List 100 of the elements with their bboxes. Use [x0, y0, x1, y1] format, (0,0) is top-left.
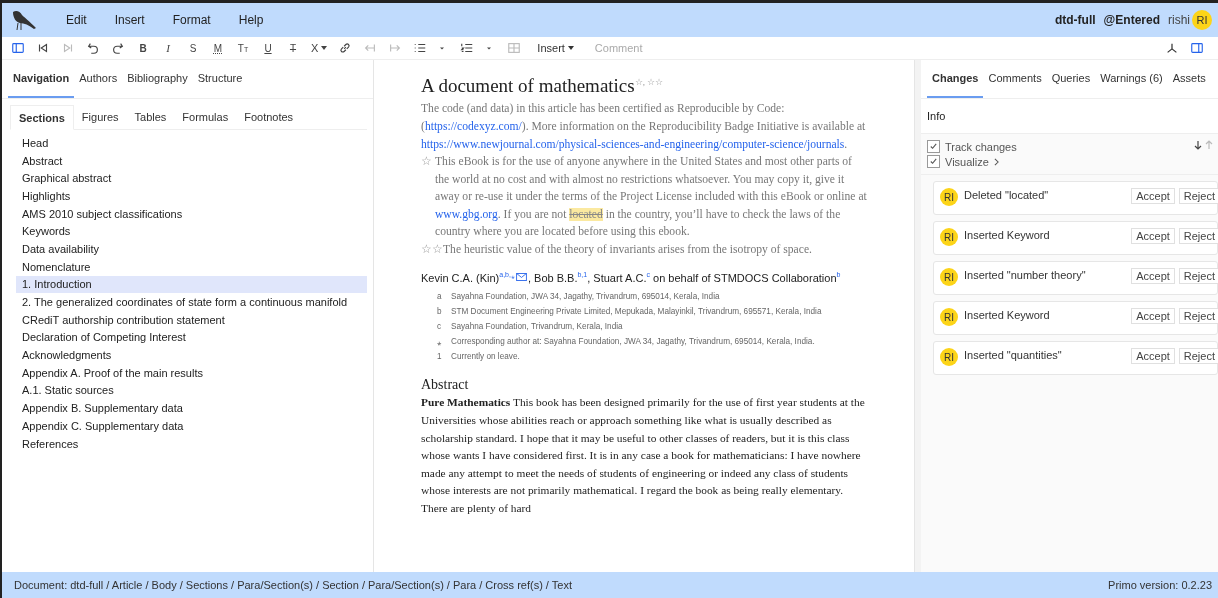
chevron-icon[interactable]: [993, 157, 999, 166]
menu-item[interactable]: Format: [158, 13, 225, 27]
section-item[interactable]: Keywords: [16, 222, 367, 241]
section-item[interactable]: Highlights: [16, 187, 367, 205]
undo-icon: [86, 41, 100, 55]
checkbox[interactable]: [927, 140, 940, 153]
footnote-marker: ☆☆: [421, 242, 443, 259]
accept-button[interactable]: Accept: [1131, 188, 1175, 204]
math-button[interactable]: M: [208, 38, 228, 58]
change-description: Inserted Keyword: [964, 228, 1051, 242]
section-item[interactable]: 2. The generalized coordinates of state form a continuous manifold: [16, 293, 367, 311]
panel-tab[interactable]: Changes: [927, 60, 984, 98]
panel-tab[interactable]: Footnotes: [236, 105, 302, 129]
link[interactable]: www.gbg.org: [435, 207, 498, 221]
section-item[interactable]: Appendix B. Supplementary data: [16, 399, 367, 417]
small-caps-button[interactable]: Tt: [233, 38, 253, 58]
user-avatar: RI: [940, 188, 958, 206]
panel-tab[interactable]: Bibliography: [122, 60, 193, 98]
reject-button[interactable]: Reject: [1178, 188, 1218, 204]
menu-item[interactable]: Edit: [52, 13, 101, 27]
panel-tab[interactable]: Authors: [74, 60, 123, 98]
user-avatar[interactable]: RI: [1192, 10, 1212, 30]
section-item[interactable]: 1. Introduction: [16, 275, 367, 294]
section-item[interactable]: Appendix C. Supplementary data: [16, 417, 367, 435]
caret-icon: [321, 46, 328, 50]
section-heading: Abstract: [421, 376, 470, 395]
caret-icon: [567, 46, 574, 50]
panel-tab[interactable]: Comments: [983, 60, 1047, 98]
reject-button[interactable]: Reject: [1178, 308, 1218, 324]
footnote-text: The code (and data) in this article has been certified as Reproducible by Code: (https://codexyz.com/). More information on the Reproducibility Badge Initiative is available at https://www.newjournal.com/physical-sciences-and-engineering/computer-science/journals.: [421, 101, 867, 153]
panel-tab[interactable]: Figures: [73, 105, 127, 129]
document-state: @Entered: [1103, 13, 1160, 27]
change-description: Deleted "located": [964, 188, 1050, 202]
affiliation-label: 1: [437, 351, 443, 363]
footnote-marker: ☆: [421, 154, 433, 171]
panel-tab[interactable]: Warnings (6): [1095, 60, 1168, 98]
section-item[interactable]: Declaration of Competing Interest: [16, 328, 367, 347]
checkbox[interactable]: [927, 155, 940, 168]
section-item[interactable]: CRediT authorship contribution statement: [16, 310, 367, 329]
checkbox-label: Visualize: [945, 155, 989, 168]
sidebar-icon: [11, 41, 25, 55]
skip-forward-icon: [61, 41, 75, 55]
section-item[interactable]: References: [16, 434, 367, 453]
section-item[interactable]: AMS 2010 subject classifications: [16, 204, 367, 223]
menu-item[interactable]: Insert: [100, 13, 159, 27]
affiliation-text: STM Document Engineering Private Limited, Mepukada, Malayinkil, Trivandrum, 695571, Kerala, India: [451, 306, 822, 318]
menu-item[interactable]: Help: [224, 13, 278, 27]
panel-tab[interactable]: Tables: [126, 105, 175, 129]
strikethrough-button[interactable]: T: [283, 38, 303, 58]
document-name: dtd-full: [1054, 13, 1096, 27]
breadcrumb-path: Document: dtd-full / Article / Body / Sections / Para/Section(s) / Section / Para/Section(s) / Para / Cross ref(s) / Text: [14, 579, 572, 591]
envelope-icon[interactable]: [515, 273, 527, 282]
footnote-text: This eBook is for the use of anyone anywhere in the United States and most other parts of the world at no cost and with almost no restrictions whatsoever. You may copy it, give it away or re-use it under the terms of the Project License included with this eBook or online at www.gbg.org. If you are not located in the country, you’ll have to check the laws of the country where you are located before using this ebook.: [435, 154, 867, 241]
panel-tab[interactable]: Navigation: [8, 60, 75, 98]
bullet-list-icon: [413, 41, 428, 55]
section-item[interactable]: Head: [16, 134, 367, 152]
section-item[interactable]: Data availability: [16, 240, 367, 258]
accept-button[interactable]: Accept: [1131, 268, 1175, 284]
panel-tab[interactable]: Sections: [10, 105, 74, 130]
italic-button[interactable]: I: [158, 38, 178, 58]
user-avatar: RI: [940, 228, 958, 246]
reject-button[interactable]: Reject: [1178, 348, 1218, 364]
footnote-text: The heuristic value of the theory of invariants arises from the isotropy of space.: [443, 242, 812, 259]
panel-tab[interactable]: Assets: [1167, 60, 1211, 98]
affiliation-label: a: [437, 291, 443, 303]
user-avatar: RI: [940, 268, 958, 286]
affiliation-label: ⁎: [437, 336, 443, 348]
abstract-paragraph: Pure Mathematics This book has been designed primarily for the use of first year students at the Universities whose abilities reach or approach something like what is usually described as scholarship standard. I hope that it may be useful to other classes of readers, but it is this class whose wants I have considered first. It is in any case a book for mathematicians: I have nowhere made any attempt to meet the needs of students of engineering or indeed any class of students whose interests are not primarily mathematical. I regard the book as being really elementary. There are plenty of hard: [421, 395, 866, 516]
version-label: Primo version: 0.2.23: [1108, 579, 1212, 591]
reject-button[interactable]: Reject: [1178, 228, 1218, 244]
numbered-list-icon: [460, 41, 475, 55]
underline-button[interactable]: U: [258, 38, 278, 58]
accept-button[interactable]: Accept: [1131, 348, 1175, 364]
insert-menu[interactable]: Insert: [529, 38, 582, 58]
section-item[interactable]: Abstract: [16, 151, 367, 170]
bold-button[interactable]: B: [133, 38, 153, 58]
accept-button[interactable]: Accept: [1131, 228, 1175, 244]
script-button[interactable]: X: [308, 38, 331, 58]
panel-tab[interactable]: Formulas: [174, 105, 237, 129]
panel-tab[interactable]: Structure: [192, 60, 248, 98]
affiliation-text: Sayahna Foundation, Trivandrum, Kerala, India: [451, 321, 623, 333]
change-description: Inserted "quantities": [964, 348, 1063, 362]
change-description: Inserted Keyword: [964, 308, 1051, 322]
section-item[interactable]: A.1. Static sources: [16, 381, 367, 400]
document-title: A document of mathematics$^{☆, ☆☆}$: [421, 74, 665, 99]
section-item[interactable]: Appendix A. Proof of the main results: [16, 363, 367, 382]
link[interactable]: https://codexyz.com/: [424, 119, 522, 133]
panel-tab[interactable]: Queries: [1046, 60, 1096, 98]
sort-arrows-icon[interactable]: [1194, 140, 1214, 150]
user-name: rishi: [1168, 13, 1190, 27]
fork-icon: [1165, 41, 1179, 55]
section-item[interactable]: Graphical abstract: [16, 169, 367, 188]
sans-serif-button[interactable]: S: [183, 38, 203, 58]
change-description: Inserted "number theory": [964, 268, 1087, 282]
accept-button[interactable]: Accept: [1131, 308, 1175, 324]
section-item[interactable]: Nomenclature: [16, 257, 367, 276]
author-names: , Bob B.B.$^{b,1}$, Stuart A.C.$^{c}$ on behalf of STMDOCS Collaboration$^{b}$: [527, 269, 841, 286]
section-item[interactable]: Acknowledgments: [16, 346, 367, 364]
user-avatar: RI: [940, 348, 958, 366]
reject-button[interactable]: Reject: [1178, 268, 1218, 284]
